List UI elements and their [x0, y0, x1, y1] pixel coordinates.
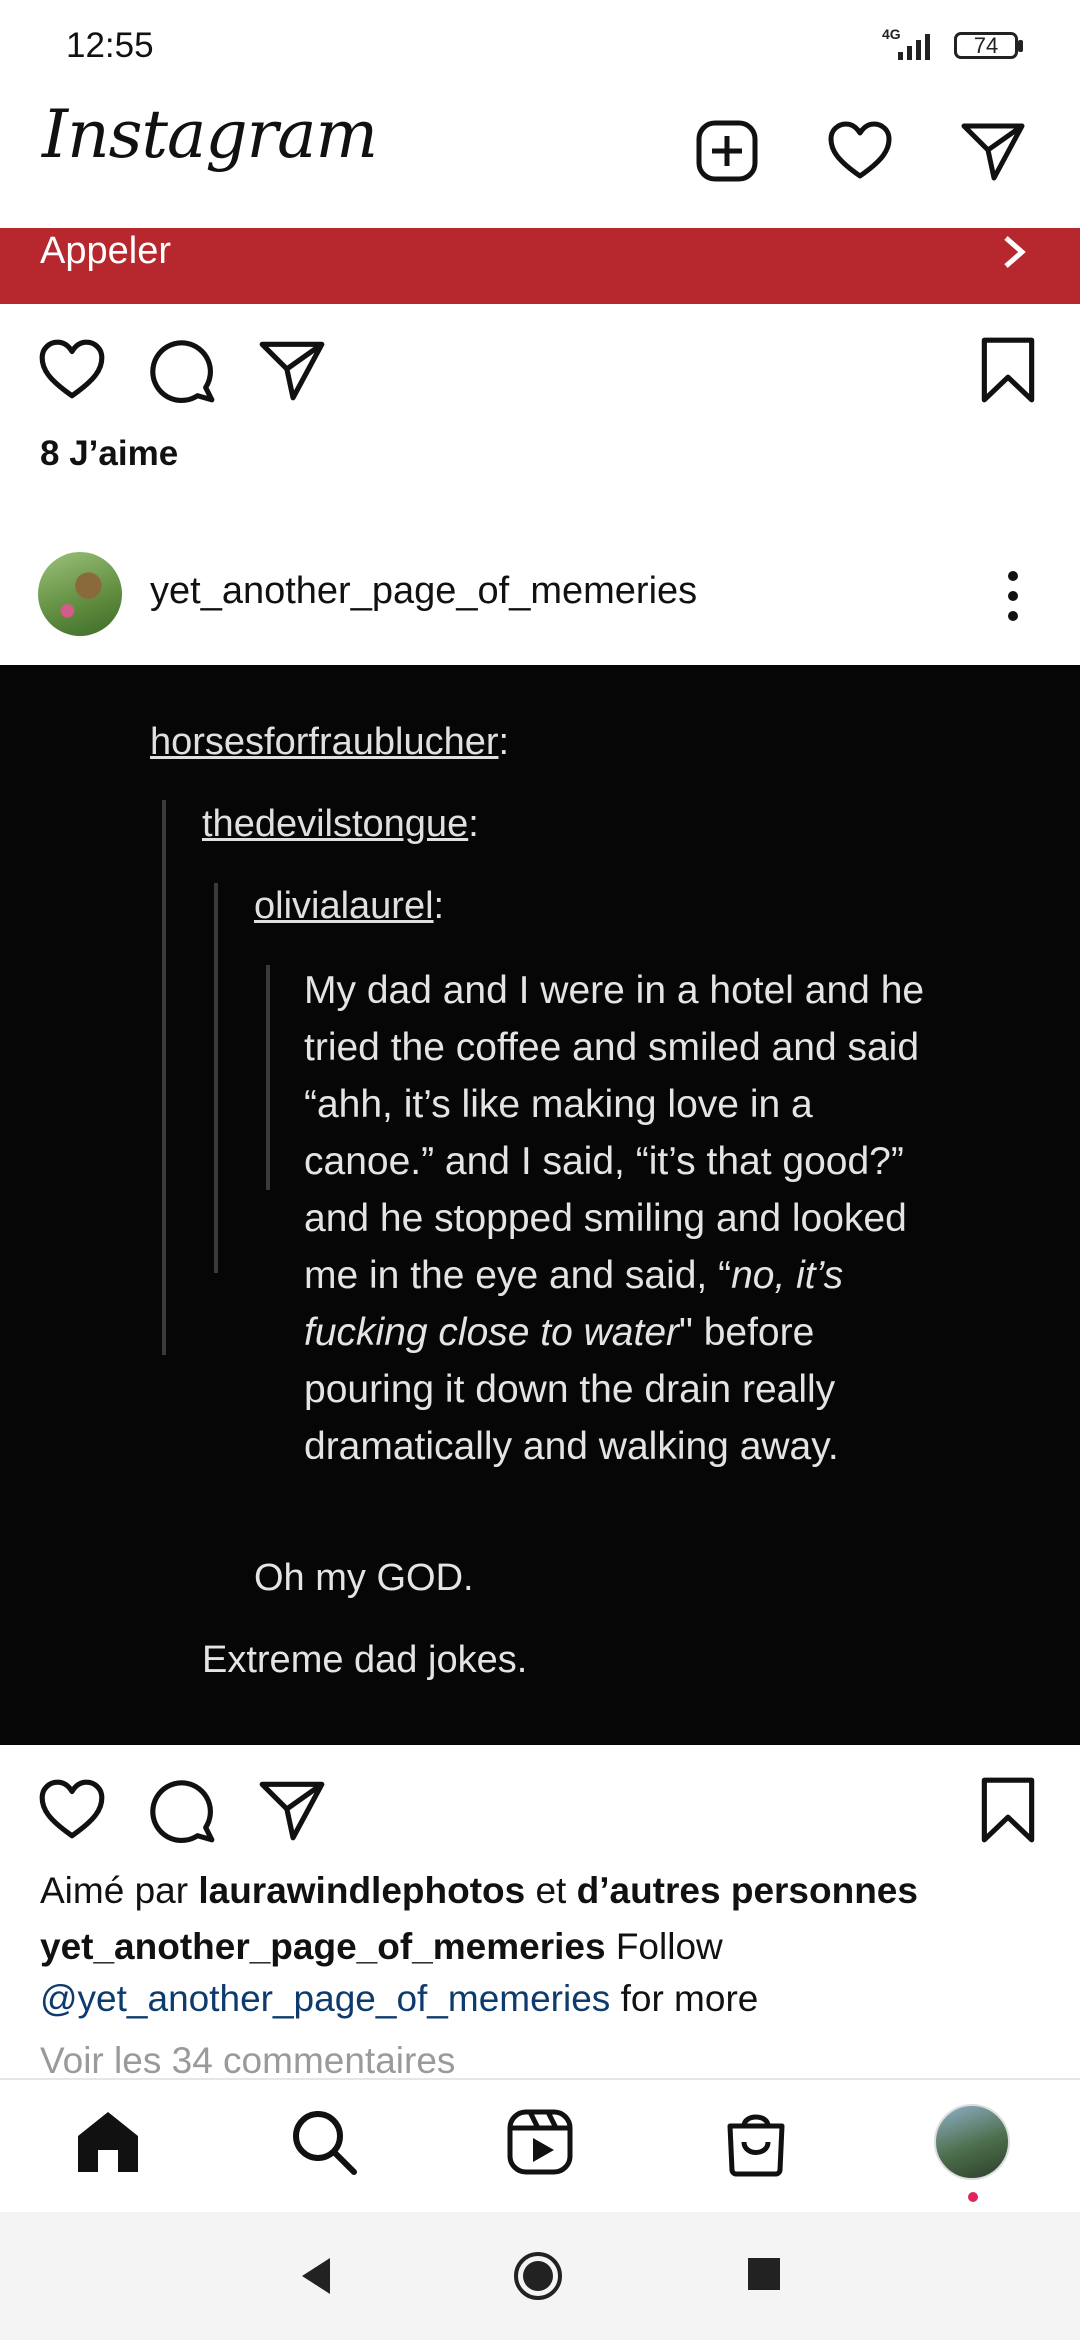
comment-icon[interactable]: [146, 334, 218, 406]
like-icon[interactable]: [36, 334, 108, 406]
save-icon[interactable]: [972, 334, 1044, 406]
back-icon[interactable]: [296, 2254, 336, 2298]
view-comments-link[interactable]: Voir les 34 commentaires: [40, 2040, 455, 2082]
caption-line-2: @yet_another_page_of_memeries for more: [40, 1978, 759, 2019]
reblog-user-3: olivialaurel:: [254, 885, 445, 927]
battery-icon: 74: [954, 32, 1018, 59]
liked-by-text[interactable]: Aimé par laurawindlephotos et d’autres p…: [40, 1870, 918, 1912]
search-icon[interactable]: [286, 2104, 362, 2180]
post-username[interactable]: yet_another_page_of_memeries: [150, 570, 697, 613]
caption: yet_another_page_of_memeries Follow: [40, 1926, 723, 1967]
profile-avatar[interactable]: [934, 2104, 1010, 2180]
recents-icon[interactable]: [746, 2256, 782, 2292]
quote-text: My dad and I were in a hotel and he trie…: [304, 969, 925, 1468]
caption-username[interactable]: yet_another_page_of_memeries: [40, 1926, 606, 1967]
shop-icon[interactable]: [718, 2104, 794, 2180]
like-icon[interactable]: [36, 1774, 108, 1846]
chevron-right-icon[interactable]: [1000, 232, 1028, 272]
new-post-icon[interactable]: [692, 116, 762, 186]
more-options-icon[interactable]: [1000, 566, 1026, 626]
reels-icon[interactable]: [502, 2104, 578, 2180]
home-circle-icon[interactable]: [512, 2250, 564, 2302]
battery-cap: [1018, 40, 1023, 52]
reblog-user-2: thedevilstongue:: [202, 803, 479, 845]
reply-text-2: Extreme dad jokes.: [202, 1639, 528, 1681]
likes-count[interactable]: 8 J’aime: [40, 434, 178, 474]
call-button-label[interactable]: Appeler: [40, 230, 171, 273]
share-icon[interactable]: [256, 334, 328, 406]
reply-text-1: Oh my GOD.: [254, 1557, 474, 1599]
caption-mention[interactable]: @yet_another_page_of_memeries: [40, 1978, 610, 2019]
signal-icon: [898, 34, 930, 60]
instagram-logo[interactable]: Instagram: [42, 96, 378, 173]
heart-icon[interactable]: [825, 116, 895, 186]
quote-bar-3: [266, 965, 270, 1190]
reblog-user-1: horsesforfraublucher:: [150, 721, 510, 763]
share-icon[interactable]: [256, 1774, 328, 1846]
status-time: 12:55: [66, 26, 154, 65]
comment-icon[interactable]: [146, 1774, 218, 1846]
quote-bar-2: [214, 883, 218, 1273]
post-image[interactable]: horsesforfraublucher: thedevilstongue: o…: [0, 665, 1080, 1745]
quote-bar-1: [162, 800, 166, 1355]
direct-message-icon[interactable]: [958, 116, 1028, 186]
avatar[interactable]: [38, 552, 122, 636]
save-icon[interactable]: [972, 1774, 1044, 1846]
home-icon[interactable]: [70, 2104, 146, 2180]
notification-dot: [968, 2192, 978, 2202]
